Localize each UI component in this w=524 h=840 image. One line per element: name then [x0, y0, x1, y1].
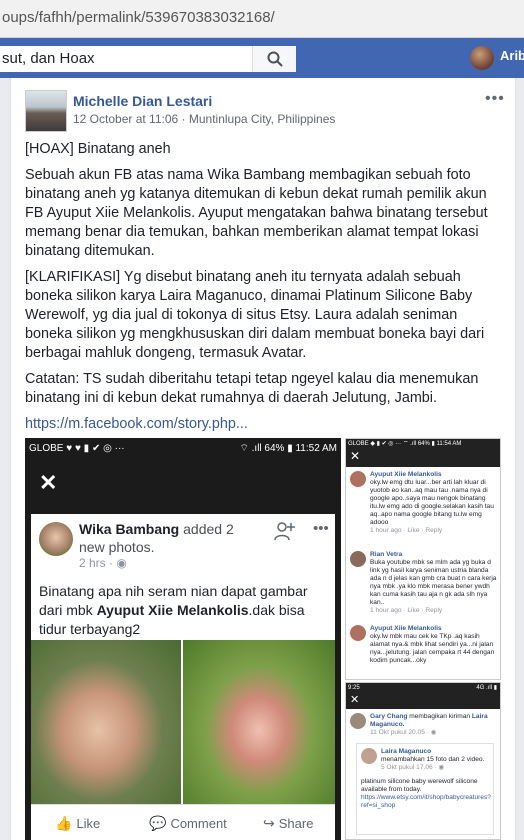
- comment-item: Rian Vetra Buka youtube mbk se mlm ada y…: [350, 551, 498, 615]
- inner-time: 5 Okt pukul 17.06 · ◉: [381, 764, 445, 771]
- status-left: GLOBE ♥ ♥ ▮ ✔ ◎ ···: [29, 443, 125, 454]
- post-body: [HOAX] Binatang aneh Sebuah akun FB atas…: [25, 140, 501, 441]
- add-friend-icon: [274, 522, 295, 541]
- author-avatar[interactable]: [25, 90, 67, 132]
- attached-screenshot-main[interactable]: GLOBE ♥ ♥ ▮ ✔ ◎ ··· ⌔ .ıll 64% ▮ 11:52 A…: [25, 438, 341, 840]
- sharer-name: Gary Chang: [370, 713, 408, 720]
- post-card: Michelle Dian Lestari 12 October at 11:0…: [10, 78, 516, 840]
- comment-action: 💬 Comment: [149, 815, 227, 832]
- creature-photo-2: [183, 640, 335, 804]
- share-action: ↪ Share: [263, 815, 313, 832]
- status-time: 9:25: [348, 685, 360, 691]
- comment-item: Ayuput Xiie Melankolis oky.lw mbk mau ce…: [350, 625, 498, 665]
- comment-text: Buka youtube mbk se mlm ada yg buka d li…: [370, 559, 497, 606]
- share-header: Gary Chang membagikan kiriman Laira Maga…: [350, 713, 498, 737]
- more-options-icon: •••: [313, 520, 329, 537]
- inner-link: https://www.etsy.com/it/shop/babycreatur…: [361, 794, 491, 809]
- facebook-header: sut, dan Hoax Arib: [0, 38, 524, 78]
- post-paragraph: Sebuah akun FB atas nama Wika Bambang me…: [25, 167, 488, 259]
- share-label: Share: [278, 816, 314, 831]
- user-name[interactable]: Arib: [500, 48, 524, 63]
- commenter-avatar: [350, 625, 366, 641]
- status-signal: 4G .ıll ▮: [476, 685, 497, 691]
- attached-screenshot-share[interactable]: 9:25 4G .ıll ▮ ✕ Gary Chang membagikan k…: [345, 682, 501, 840]
- poster-avatar: [39, 522, 73, 556]
- close-icon: ✕: [346, 449, 500, 467]
- post-paragraph: [KLARIFIKASI] Yg disebut binatang aneh i…: [25, 269, 485, 361]
- comment-meta: 1 hour ago · Like · Reply: [370, 527, 443, 534]
- like-label: Like: [76, 816, 101, 831]
- shared-post-text: Binatang apa nih seram nian dapat gambar…: [39, 582, 331, 639]
- comment-meta: 1 hour ago · Like · Reply: [370, 607, 443, 614]
- commenter-name: Rian Vetra: [370, 551, 403, 558]
- post-link[interactable]: https://m.facebook.com/story.php...: [25, 416, 248, 432]
- commenter-avatar: [350, 471, 366, 487]
- inner-action: menambahkan 15 foto dan 2 video.: [381, 756, 485, 763]
- commenter-name: Ayuput Xiie Melankolis: [370, 625, 442, 632]
- commenter-avatar: [350, 551, 366, 567]
- like-action: 👍 Like: [55, 815, 100, 832]
- url-text: oups/fafhh/permalink/539670383032168/: [2, 9, 275, 26]
- comment-label: Comment: [170, 816, 227, 831]
- search-value: sut, dan Hoax: [2, 50, 95, 67]
- post-paragraph: Catatan: TS sudah diberitahu tetapi teta…: [25, 371, 479, 406]
- comment-icon: 💬: [149, 815, 167, 831]
- poster-name: Wika Bambang: [79, 521, 180, 537]
- sharer-avatar: [350, 713, 366, 729]
- status-right: ⌔ .ıll 64% ▮ 11:52 AM: [239, 443, 337, 454]
- post-actions: 👍 Like 💬 Comment ↪ Share: [31, 804, 335, 840]
- user-avatar[interactable]: [470, 46, 494, 70]
- inner-name: Laira Maganuco: [381, 748, 432, 755]
- thumbs-up-icon: 👍: [55, 815, 73, 831]
- phone-status-bar: GLOBE ◆ ▮ ✔ ◎ ··· ⌔ .ıll 64% ▮ 11:54 AM: [346, 439, 500, 449]
- comment-text: oky.lw mbk mau cek ke TKp .aq kasih alam…: [370, 633, 495, 664]
- phone-status-bar: GLOBE ♥ ♥ ▮ ✔ ◎ ··· ⌔ .ıll 64% ▮ 11:52 A…: [25, 438, 341, 460]
- phone-status-bar: 9:25 4G .ıll ▮: [346, 683, 500, 693]
- share-time: 11 Okt pukul 20.05 · ◉: [370, 729, 437, 736]
- search-button[interactable]: [252, 46, 296, 72]
- close-icon: ✕: [346, 693, 500, 709]
- share-icon: ↪: [263, 815, 275, 831]
- close-icon: ✕: [39, 470, 58, 495]
- post-options-icon[interactable]: •••: [485, 90, 505, 108]
- shared-text-bold: Ayuput Xiie Melankolis: [96, 602, 249, 618]
- commenter-name: Ayuput Xiie Melankolis: [370, 471, 442, 478]
- address-bar[interactable]: oups/fafhh/permalink/539670383032168/: [0, 0, 524, 38]
- comment-text: oky.lw emg dtu luar...ber arti lah kluar…: [370, 479, 494, 526]
- post-paragraph: [HOAX] Binatang aneh: [25, 141, 171, 157]
- comment-item: Ayuput Xiie Melankolis oky.lw emg dtu lu…: [350, 471, 498, 535]
- attached-screenshot-comments[interactable]: GLOBE ◆ ▮ ✔ ◎ ··· ⌔ .ıll 64% ▮ 11:54 AM …: [345, 438, 501, 680]
- share-action: membagikan kiriman: [409, 713, 471, 720]
- poster-time: 2 hrs · ◉: [79, 556, 127, 570]
- inner-avatar: [361, 748, 377, 764]
- search-icon: [267, 51, 283, 67]
- post-meta[interactable]: 12 October at 11:06 · Muntinlupa City, P…: [73, 112, 335, 126]
- author-name[interactable]: Michelle Dian Lestari: [73, 93, 212, 109]
- inner-text: platinum silicone baby werewolf silicone…: [361, 778, 478, 793]
- shared-post: Wika Bambang added 2 new photos. 2 hrs ·…: [31, 514, 335, 840]
- creature-photo-1: [31, 640, 181, 804]
- shared-inner-post: Laira Maganuco menambahkan 15 foto dan 2…: [356, 743, 494, 835]
- poster-line: Wika Bambang added 2 new photos.: [79, 520, 259, 556]
